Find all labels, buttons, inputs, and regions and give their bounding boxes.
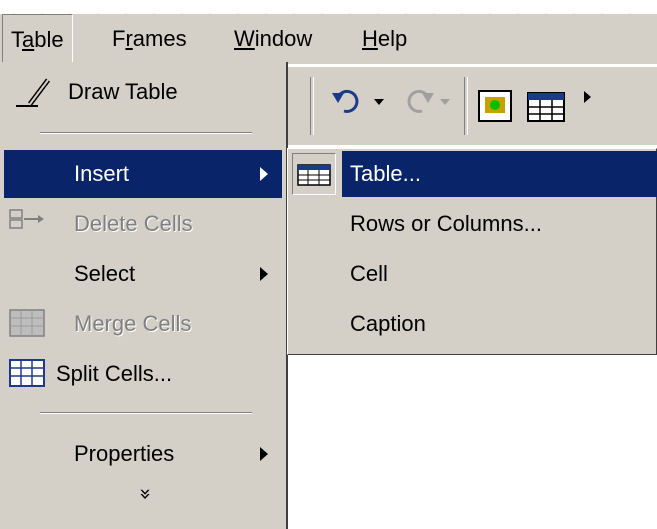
toolbar [288,66,657,145]
toolbar-overflow-icon[interactable] [582,87,594,115]
menu-item-insert[interactable]: Insert [4,150,282,198]
submenu-item-table[interactable]: Table... [290,151,657,197]
redo-icon[interactable] [398,87,438,115]
redo-dropdown-icon[interactable] [438,87,452,115]
pencil-icon [16,78,50,107]
menu-separator [40,132,252,134]
menu-item-split-cells[interactable]: Split Cells... [4,350,282,398]
menu-help[interactable]: Help [354,14,415,64]
menu-item-merge-cells[interactable]: Merge Cells [4,300,282,348]
submenu-arrow-icon [260,267,268,281]
table-icon [297,164,331,186]
caption-label: Caption [350,311,426,336]
menu-window[interactable]: Window [226,14,320,64]
toolbar-separator [464,77,468,135]
submenu-arrow-icon [260,167,268,181]
table-icon-frame [292,153,336,195]
undo-dropdown-icon[interactable] [372,87,386,115]
split-cells-label: Split Cells... [56,361,173,386]
select-label: Select [74,261,136,286]
submenu-item-caption[interactable]: Caption [290,301,657,347]
menu-separator [40,412,252,414]
properties-label: Properties [74,441,175,466]
menu-item-properties[interactable]: Properties [4,430,282,478]
menu-bar: Table Frames Window Help [0,14,657,64]
document-area [288,357,657,529]
insert-table-icon[interactable] [526,87,570,127]
table-menu: Draw Table Insert Delete Cells Select Me… [0,62,288,529]
draw-table-label: Draw Table [68,79,178,104]
merge-cells-icon [9,309,45,337]
submenu-arrow-icon [260,447,268,461]
undo-icon[interactable] [330,87,370,115]
merge-cells-label: Merge Cells [74,311,192,336]
rows-or-columns-label: Rows or Columns... [350,211,542,236]
insert-submenu: Table... Rows or Columns... Cell Caption [287,148,657,355]
submenu-item-rows-or-columns[interactable]: Rows or Columns... [290,201,657,247]
toolbar-separator [310,77,314,135]
submenu-item-cell[interactable]: Cell [290,251,657,297]
delete-cells-label: Delete Cells [74,211,193,236]
insert-label: Insert [74,161,130,186]
split-cells-icon [9,359,45,387]
expand-menu-chevron-icon[interactable]: » [134,488,158,500]
menu-frames[interactable]: Frames [104,14,195,64]
menu-item-select[interactable]: Select [4,250,282,298]
delete-cells-icon [9,209,44,229]
menu-item-draw-table[interactable]: Draw Table [4,68,282,116]
menu-table[interactable]: Table [2,14,73,64]
table-label: Table... [350,161,421,186]
insert-picture-icon[interactable] [476,87,516,127]
cell-label: Cell [350,261,388,286]
menu-item-delete-cells[interactable]: Delete Cells [4,200,282,248]
